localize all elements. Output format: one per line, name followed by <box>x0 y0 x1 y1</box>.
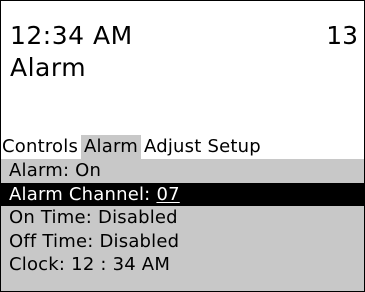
tab-controls[interactable]: Controls <box>1 135 81 159</box>
on-time-label: On Time: <box>9 207 93 228</box>
off-time-value: Disabled <box>99 230 180 252</box>
tab-adjust[interactable]: Adjust <box>141 135 204 159</box>
alarm-channel-label: Alarm Channel: <box>9 183 151 205</box>
alarm-channel-value: 07 <box>156 183 180 205</box>
menu-item-clock[interactable]: Clock: 12 : 34 AM <box>1 253 364 277</box>
menu-item-on-time[interactable]: On Time: Disabled <box>1 206 364 230</box>
menu-item-off-time[interactable]: Off Time: Disabled <box>1 230 364 254</box>
menu-item-alarm[interactable]: Alarm: On <box>1 159 364 183</box>
clock-value: 12 : 34 AM <box>71 254 171 275</box>
alarm-clock-display: 12:34 AM 13 Alarm Controls Alarm Adjust … <box>0 0 365 292</box>
tab-bar: Controls Alarm Adjust Setup <box>1 135 364 159</box>
alarm-value: On <box>75 160 102 181</box>
alarm-settings-menu: Alarm: On Alarm Channel: 07 On Time: Disab… <box>1 159 364 291</box>
menu-item-alarm-channel[interactable]: Alarm Channel: 07 <box>1 182 364 206</box>
clock-label: Clock: <box>9 254 66 275</box>
current-time: 12:34 AM <box>10 21 133 50</box>
off-time-label: Off Time: <box>9 230 94 252</box>
channel-number: 13 <box>326 21 358 50</box>
on-time-value: Disabled <box>98 207 178 228</box>
tab-alarm[interactable]: Alarm <box>81 135 142 159</box>
alarm-label: Alarm: <box>9 160 70 181</box>
tab-setup[interactable]: Setup <box>204 135 263 159</box>
screen-title: Alarm <box>10 53 87 82</box>
